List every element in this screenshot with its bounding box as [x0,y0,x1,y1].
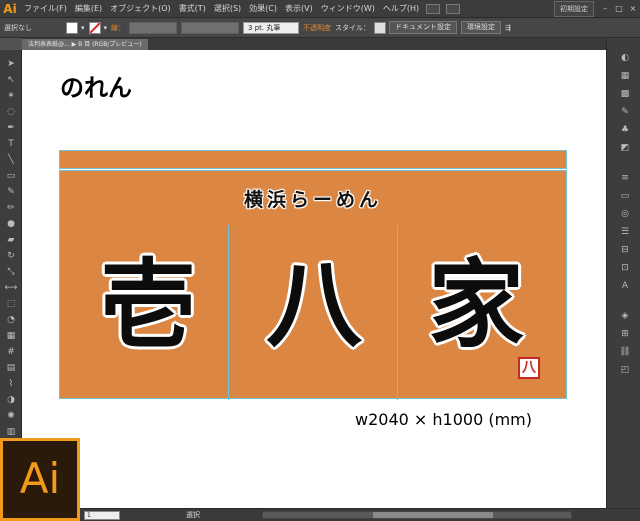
free-transform-icon[interactable]: ⬚ [3,298,19,310]
menu-window[interactable]: ウィンドウ(W) [317,3,379,14]
panel-dock: ◐ ▦ ▩ ✎ ♣ ◩ ≡ ▭ ◎ ☰ ⊟ ⊡ A ◈ ⊞ ⛓ ◰ [606,38,640,508]
color-panel-icon[interactable]: ◐ [618,52,632,64]
shape-builder-icon[interactable]: ◔ [3,314,19,326]
current-tool-status: 選択 [186,511,200,519]
lasso-icon[interactable]: ◌ [3,106,19,118]
menu-file[interactable]: ファイル(F) [20,3,71,14]
horizontal-scrollbar[interactable] [262,511,572,519]
artboards-icon[interactable]: ⊞ [618,328,632,340]
opacity-label[interactable]: 不透明度 [303,23,331,33]
character-icon[interactable]: A [618,280,632,292]
zoom-field[interactable]: 1 [84,511,120,520]
paintbrush-icon[interactable]: ✎ [3,186,19,198]
menu-object[interactable]: オブジェクト(O) [106,3,175,14]
style-label: スタイル： [335,23,371,32]
brush-definition-dropdown[interactable]: 3 pt. 丸筆 [243,21,300,34]
preferences-button[interactable]: 環境設定 [461,21,502,34]
layers-icon[interactable]: ◈ [618,310,632,322]
stroke-weight-field[interactable] [129,21,178,34]
gradient-icon[interactable]: ▤ [3,362,19,374]
menu-help[interactable]: ヘルプ(H) [379,3,423,14]
blob-brush-icon[interactable]: ● [3,218,19,230]
no-stroke-icon [89,22,100,33]
noren-top-band[interactable] [59,150,567,169]
arrange-icon[interactable]: ⇶ [505,24,511,32]
stroke-label[interactable]: 線： [111,23,125,33]
red-seal-stamp: 八 [518,357,540,379]
appearance-icon[interactable]: ☰ [618,226,632,238]
transform-icon[interactable]: ⊡ [618,262,632,274]
status-bar: 1 選択 [0,508,640,521]
blend-icon[interactable]: ◑ [3,394,19,406]
minimize-icon[interactable]: – [600,4,610,14]
shop-name-char-2: 八 [266,248,362,361]
shop-name-char-3: 家 [428,248,524,361]
brushes-icon[interactable]: ✎ [618,106,632,118]
stroke-dropdown-icon[interactable]: ▾ [104,24,108,32]
scrollbar-thumb[interactable] [373,512,493,518]
dimensions-label: w2040 × h1000 (mm) [355,410,532,429]
graphic-styles-icon[interactable]: ◩ [618,142,632,154]
width-icon[interactable]: ⟷ [3,282,19,294]
eyedropper-icon[interactable]: ⌇ [3,378,19,390]
magic-wand-icon[interactable]: ✶ [3,90,19,102]
menu-bar: Ai ファイル(F) 編集(E) オブジェクト(O) 書式(T) 選択(S) 効… [0,0,640,18]
eraser-icon[interactable]: ▰ [3,234,19,246]
arrange-documents-icon[interactable] [446,3,461,14]
menu-type[interactable]: 書式(T) [175,3,210,14]
menu-effect[interactable]: 効果(C) [245,3,281,14]
type-icon[interactable]: T [3,138,19,150]
artboard-title: のれん [60,73,132,102]
fill-swatch[interactable] [66,21,78,34]
line-icon[interactable]: ╲ [3,154,19,166]
fill-dropdown-icon[interactable]: ▾ [81,24,85,32]
close-icon[interactable]: × [628,4,638,14]
symbol-sprayer-icon[interactable]: ✺ [3,410,19,422]
rotate-icon[interactable]: ↻ [3,250,19,262]
control-bar: 選択なし ▾ ▾ 線： 3 pt. 丸筆 不透明度 スタイル： ドキュメント設定… [0,18,640,38]
artboard[interactable]: のれん 横浜らーめん 壱 八 家 八 w2040 × h1000 (mm) [22,50,606,508]
menu-edit[interactable]: 編集(E) [71,3,106,14]
noren-curtain[interactable]: 横浜らーめん 壱 八 家 八 [59,170,567,400]
pencil-icon[interactable]: ✏ [3,202,19,214]
bridge-icon[interactable] [426,3,441,14]
selection-icon[interactable]: ➤ [3,58,19,70]
graphic-style-swatch[interactable] [374,21,387,34]
shop-name-char-1: 壱 [100,248,196,361]
variable-width-profile[interactable] [181,21,240,34]
color-guide-icon[interactable]: ▦ [618,70,632,82]
direct-select-icon[interactable]: ↖ [3,74,19,86]
document-tab-bar: 法判表表紙@... ▶ B 目 (RGB/プレビュー) [22,38,606,50]
navigator-icon[interactable]: ◰ [618,364,632,376]
menu-view[interactable]: 表示(V) [281,3,317,14]
selection-status: 選択なし [4,23,32,32]
scale-icon[interactable]: ⤡ [3,266,19,278]
illustrator-logo-badge: Ai [0,438,80,521]
gradient-panel-icon[interactable]: ▭ [618,190,632,202]
rectangle-icon[interactable]: ▭ [3,170,19,182]
shop-subtitle: 横浜らーめん [243,189,382,211]
perspective-icon[interactable]: ▦ [3,330,19,342]
app-logo: Ai [3,1,17,16]
symbols-icon[interactable]: ♣ [618,124,632,136]
workspace-switcher[interactable]: 初期設定 [554,0,594,17]
menu-select[interactable]: 選択(S) [210,3,245,14]
links-icon[interactable]: ⛓ [618,346,632,358]
swatches-icon[interactable]: ▩ [618,88,632,100]
panel-divider-guide [228,225,229,400]
document-setup-button[interactable]: ドキュメント設定 [389,21,458,34]
stroke-icon[interactable]: ≡ [618,172,632,184]
transparency-icon[interactable]: ◎ [618,208,632,220]
document-tab[interactable]: 法判表表紙@... ▶ B 目 (RGB/プレビュー) [22,39,148,50]
stroke-swatch[interactable] [88,21,101,34]
mesh-icon[interactable]: # [3,346,19,358]
graph-icon[interactable]: ▥ [3,426,19,438]
align-icon[interactable]: ⊟ [618,244,632,256]
pen-icon[interactable]: ✒ [3,122,19,134]
maximize-icon[interactable]: □ [614,4,624,14]
